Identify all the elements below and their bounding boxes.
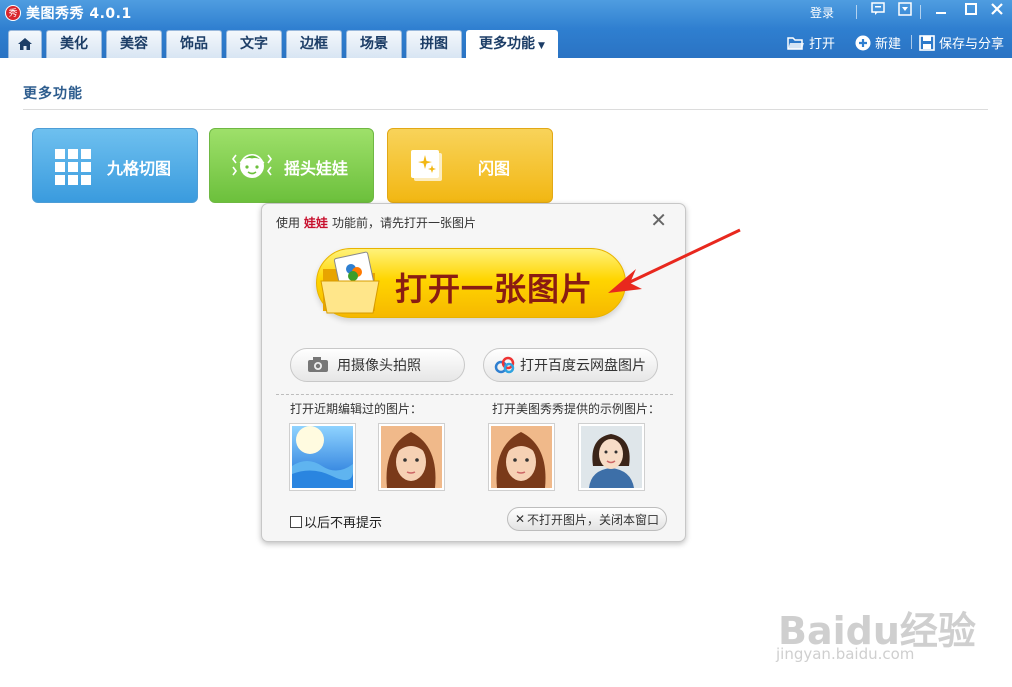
tab-accessories[interactable]: 饰品: [166, 30, 222, 58]
flash-image-label: 闪图: [478, 159, 511, 178]
tab-collage[interactable]: 拼图: [406, 30, 462, 58]
tab-scene[interactable]: 场景: [346, 30, 402, 58]
tab-beautify[interactable]: 美化: [46, 30, 102, 58]
new-button-label: 新建: [875, 37, 902, 52]
divider: [856, 5, 857, 19]
tab-cosmetic[interactable]: 美容: [106, 30, 162, 58]
cloud-icon: [494, 356, 515, 374]
title-bar: 秀 美图秀秀 4.0.1 登录 美化 美容 饰品 文字 边框 场景 拼图 更多功…: [0, 0, 1012, 58]
no-remind-label: 以后不再提示: [304, 516, 383, 531]
no-remind-checkbox[interactable]: 以后不再提示: [290, 512, 382, 531]
folder-icon: [787, 36, 804, 50]
sample-images-label: 打开美图秀秀提供的示例图片：: [492, 402, 661, 416]
camera-button-label: 用摄像头拍照: [337, 358, 421, 374]
sample-image-thumb[interactable]: [488, 423, 555, 491]
chevron-down-icon: ▼: [538, 41, 545, 51]
minimize-icon[interactable]: [930, 2, 952, 22]
close-icon: ✕: [514, 512, 526, 526]
section-divider: [23, 109, 988, 110]
recent-image-thumb[interactable]: [289, 423, 356, 491]
tab-border[interactable]: 边框: [286, 30, 342, 58]
dialog-divider: [276, 394, 673, 395]
app-logo-icon: 秀: [5, 5, 21, 21]
home-icon: [18, 38, 32, 50]
divider: [911, 35, 912, 49]
login-link[interactable]: 登录: [810, 4, 834, 21]
menu-icon[interactable]: [894, 2, 916, 22]
app-window: 秀 美图秀秀 4.0.1 登录 美化 美容 饰品 文字 边框 场景 拼图 更多功…: [0, 0, 1012, 687]
grid-cut-button[interactable]: 九格切图: [32, 128, 198, 203]
sample-image-thumb[interactable]: [578, 423, 645, 491]
dialog-hint-prefix: 使用: [276, 216, 301, 230]
grid-icon: [55, 149, 91, 189]
tab-text[interactable]: 文字: [226, 30, 282, 58]
close-window-button[interactable]: ✕ 不打开图片，关闭本窗口: [507, 507, 667, 531]
grid-cut-label: 九格切图: [107, 159, 172, 178]
dialog-hint-suffix: 功能前，请先打开一张图片: [332, 216, 477, 230]
shaking-doll-label: 摇头娃娃: [284, 159, 349, 178]
dialog-hint-highlight: 娃娃: [304, 216, 329, 230]
flash-image-button[interactable]: 闪图: [387, 128, 553, 203]
section-title: 更多功能: [23, 86, 83, 102]
camera-button[interactable]: 用摄像头拍照: [290, 348, 465, 382]
open-button[interactable]: 打开: [787, 33, 835, 52]
open-image-button[interactable]: 打开一张图片: [316, 248, 626, 318]
arrow-annotation-icon: [608, 228, 741, 293]
open-image-label: 打开一张图片: [395, 270, 594, 308]
dialog-hint: 使用 娃娃 功能前，请先打开一张图片: [276, 214, 476, 231]
folder-photo-icon: [319, 251, 385, 321]
message-icon[interactable]: [867, 2, 889, 22]
tab-more-features-label: 更多功能: [479, 36, 535, 52]
sparkle-photo-icon: [410, 149, 444, 187]
open-button-label: 打开: [809, 37, 836, 52]
baidu-cloud-button[interactable]: 打开百度云网盘图片: [483, 348, 658, 382]
plus-circle-icon: [855, 35, 871, 50]
divider: [920, 5, 921, 19]
save-share-button-label: 保存与分享: [939, 37, 1005, 52]
tab-more-features[interactable]: 更多功能 ▼: [466, 30, 558, 58]
doll-face-icon: [232, 149, 272, 187]
maximize-icon[interactable]: [960, 2, 982, 22]
recent-images-label: 打开近期编辑过的图片：: [290, 402, 423, 416]
watermark-url: jingyan.baidu.com: [776, 645, 915, 663]
new-button[interactable]: 新建: [855, 33, 901, 52]
baidu-cloud-label: 打开百度云网盘图片: [520, 358, 646, 374]
camera-icon: [308, 357, 328, 372]
tab-home[interactable]: [8, 30, 42, 58]
main-tabs: 美化 美容 饰品 文字 边框 场景 拼图 更多功能 ▼: [8, 30, 558, 58]
app-title: 美图秀秀 4.0.1: [26, 6, 132, 22]
save-share-button[interactable]: 保存与分享: [919, 33, 1004, 52]
shaking-doll-button[interactable]: 摇头娃娃: [209, 128, 374, 203]
close-icon[interactable]: [986, 2, 1008, 22]
recent-image-thumb[interactable]: [378, 423, 445, 491]
close-window-label: 不打开图片，关闭本窗口: [527, 512, 660, 527]
checkbox-box: [290, 515, 302, 528]
save-icon: [919, 34, 935, 51]
